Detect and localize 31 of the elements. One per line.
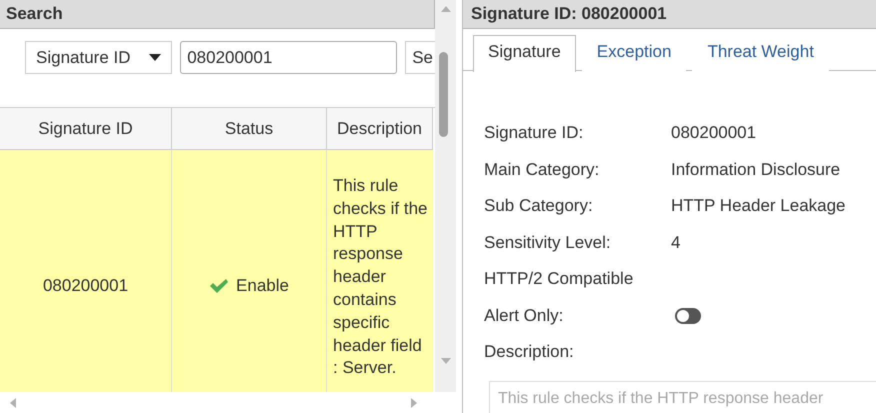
field-label: Alert Only: bbox=[484, 306, 564, 326]
column-header[interactable]: Status bbox=[172, 108, 327, 150]
field-label: Main Category: bbox=[484, 160, 600, 180]
filter-select[interactable]: Signature ID bbox=[25, 41, 172, 74]
tab[interactable]: Signature bbox=[473, 35, 576, 72]
field-label: Sub Category: bbox=[484, 196, 594, 216]
field-value: 080200001 bbox=[671, 123, 756, 144]
field-value: HTTP Header Leakage bbox=[671, 196, 846, 216]
scrollbar-thumb[interactable] bbox=[439, 52, 448, 137]
field-label: HTTP/2 Compatible bbox=[484, 269, 634, 290]
scroll-left-icon[interactable] bbox=[8, 398, 18, 408]
column-header[interactable]: Description bbox=[327, 108, 433, 150]
table-cell: 080200001 bbox=[42, 276, 128, 296]
field-value: Information Disclosure bbox=[671, 160, 840, 180]
panel-title: Search bbox=[0, 0, 435, 29]
alert-toggle[interactable] bbox=[675, 308, 701, 324]
field-value: 4 bbox=[671, 232, 680, 253]
scroll-down-icon[interactable] bbox=[440, 356, 450, 366]
status-cell: Enable bbox=[209, 276, 289, 296]
search-field[interactable]: 080200001 bbox=[180, 41, 398, 74]
column-header[interactable]: Signature ID bbox=[0, 108, 172, 150]
table-cell: This rule checks if the HTTP response header contains specific header field : Server. bbox=[333, 176, 428, 378]
scroll-up-icon[interactable] bbox=[440, 4, 450, 14]
vertical-scrollbar[interactable] bbox=[435, 0, 456, 392]
scroll-right-icon[interactable] bbox=[409, 398, 419, 408]
panel-title: Signature ID: 080200001 bbox=[463, 0, 876, 29]
field-label: Description: bbox=[484, 342, 575, 362]
caret-icon bbox=[149, 54, 162, 62]
field-label: Signature ID: bbox=[484, 123, 584, 144]
field-label: Sensitivity Level: bbox=[484, 232, 612, 253]
search-button[interactable]: Se bbox=[405, 41, 435, 74]
